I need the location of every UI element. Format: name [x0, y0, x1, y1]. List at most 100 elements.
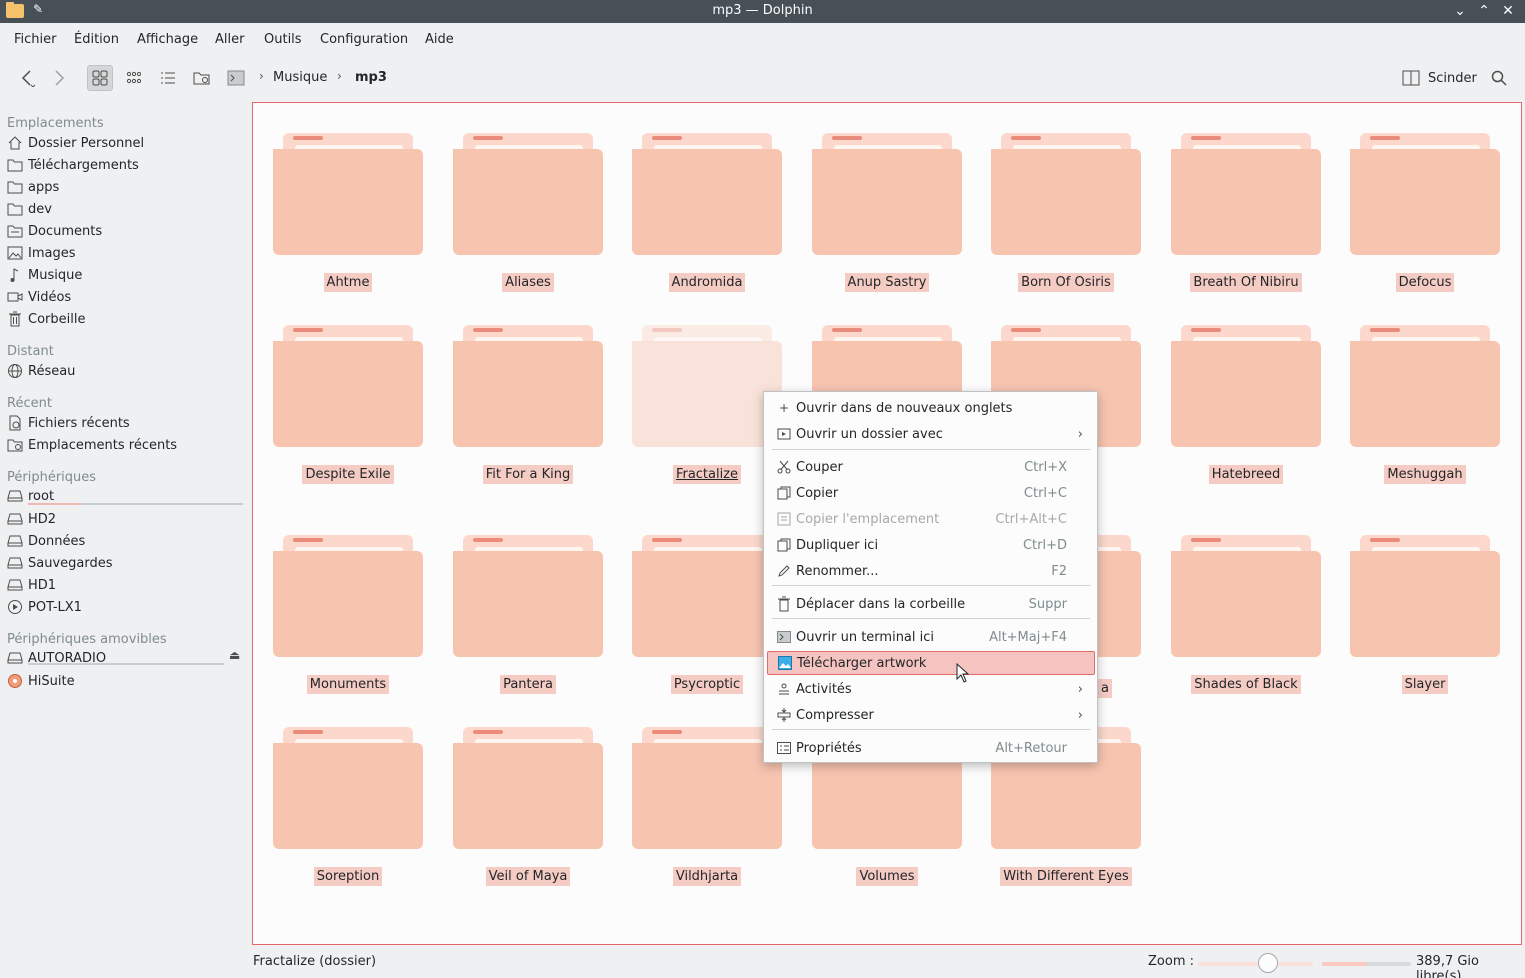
menu-item-renommer[interactable]: Renommer... F2 — [767, 559, 1095, 583]
folder-item[interactable]: Aliases — [432, 103, 603, 292]
back-icon[interactable] — [14, 65, 40, 91]
menu-affichage[interactable]: Affichage — [137, 32, 198, 47]
folder-item[interactable]: Defocus — [1329, 103, 1500, 292]
folder-item[interactable]: Despite Exile — [252, 295, 423, 484]
drive-icon — [7, 650, 23, 666]
drive-icon — [7, 511, 23, 527]
plus-icon: + — [778, 401, 790, 415]
breadcrumb-musique[interactable]: Musique — [273, 70, 327, 85]
menu-outils[interactable]: Outils — [264, 32, 302, 47]
menu-item-copier[interactable]: Copier Ctrl+C — [767, 481, 1095, 505]
sidebar-item-documents[interactable]: Documents — [7, 221, 247, 241]
compact-view-icon[interactable] — [121, 65, 147, 91]
folder-item[interactable]: Monuments — [252, 505, 423, 694]
menu-item-ouvrir-dans-de-nouveaux-onglets[interactable]: + Ouvrir dans de nouveaux onglets — [767, 396, 1095, 420]
folder-item[interactable]: Meshuggah — [1329, 295, 1500, 484]
zoom-slider-handle[interactable] — [1258, 953, 1278, 973]
folder-name: Defocus — [1329, 273, 1521, 292]
folder-icon — [991, 133, 1141, 255]
zoom-slider-track[interactable] — [1198, 962, 1313, 966]
eject-icon[interactable]: ⏏ — [229, 648, 240, 662]
menu-separator — [772, 618, 1090, 619]
folder-item[interactable]: Veil of Maya — [432, 697, 603, 886]
details-view-icon[interactable] — [155, 65, 181, 91]
folder-item[interactable]: Fit For a King — [432, 295, 603, 484]
terminal-icon — [776, 629, 792, 645]
sidebar-item-vid-os[interactable]: Vidéos — [7, 287, 247, 307]
sidebar-item-label: apps — [28, 179, 60, 195]
sidebar-item-apps[interactable]: apps — [7, 177, 247, 197]
sidebar-item-t-l-chargements[interactable]: Téléchargements — [7, 155, 247, 175]
sidebar-item-hd1[interactable]: HD1 — [7, 575, 247, 595]
folder-item[interactable]: Psycroptic — [611, 505, 782, 694]
menu-configuration[interactable]: Configuration — [320, 32, 408, 47]
sidebar-item-pot-lx1[interactable]: POT-LX1 — [7, 597, 247, 617]
sidebar-item-images[interactable]: Images — [7, 243, 247, 263]
folder-item[interactable]: Hatebreed — [1150, 295, 1321, 484]
menu-aller[interactable]: Aller — [215, 32, 244, 47]
terminal-icon[interactable] — [223, 65, 249, 91]
menu-item-copier-l-emplacement[interactable]: Copier l'emplacement Ctrl+Alt+C — [767, 507, 1095, 531]
maximize-icon[interactable]: ⌃ — [1474, 1, 1494, 21]
folder-item[interactable]: Slayer — [1329, 505, 1500, 694]
drive-icon — [7, 533, 23, 549]
sidebar-item-label: Documents — [28, 223, 103, 239]
menu-item-activites[interactable]: Activités › — [767, 677, 1095, 701]
folder-item[interactable]: Vildhjarta — [611, 697, 782, 886]
menu-item-couper[interactable]: Couper Ctrl+X — [767, 455, 1095, 479]
folder-icon — [632, 325, 782, 447]
folder-item[interactable]: Anup Sastry — [791, 103, 962, 292]
menu-item-label: Télécharger artwork — [797, 655, 927, 671]
folder-name: Pantera — [432, 675, 624, 694]
sidebar-item-corbeille[interactable]: Corbeille — [7, 309, 247, 329]
menu-aide[interactable]: Aide — [425, 32, 454, 47]
sidebar-item-autoradio[interactable]: AUTORADIO — [7, 648, 247, 668]
menu-item-compresser[interactable]: Compresser › — [767, 703, 1095, 727]
sidebar-item-emplacements-r-cents[interactable]: Emplacements récents — [7, 435, 247, 455]
split-button[interactable]: Scinder — [1398, 65, 1488, 91]
menu-item-label: Déplacer dans la corbeille — [796, 596, 966, 612]
folder-item[interactable]: Pantera — [432, 505, 603, 694]
menu-fichier[interactable]: Fichier — [14, 32, 57, 47]
forward-icon[interactable] — [46, 65, 72, 91]
search-icon[interactable] — [1486, 65, 1512, 91]
icons-view-icon[interactable] — [87, 65, 113, 91]
zoom-label: Zoom : — [1148, 954, 1194, 969]
sidebar-item-hisuite[interactable]: HiSuite — [7, 671, 247, 691]
sidebar-item-donn-es[interactable]: Données — [7, 531, 247, 551]
folder-item[interactable]: Soreption — [252, 697, 423, 886]
sidebar-item-label: POT-LX1 — [28, 599, 82, 615]
sidebar-item-dossier-personnel[interactable]: Dossier Personnel — [7, 133, 247, 153]
sidebar-item-r-seau[interactable]: Réseau — [7, 361, 247, 381]
folder-item[interactable]: Andromida — [611, 103, 782, 292]
menu-item-deplacer-dans-la-corbeille[interactable]: Déplacer dans la corbeille Suppr — [767, 592, 1095, 616]
menu-item-dupliquer-ici[interactable]: Dupliquer ici Ctrl+D — [767, 533, 1095, 557]
menu-item-shortcut: Ctrl+X — [1024, 459, 1067, 475]
breadcrumb-mp3[interactable]: mp3 — [355, 70, 387, 85]
sidebar-item-sauvegardes[interactable]: Sauvegardes — [7, 553, 247, 573]
document-icon — [7, 223, 23, 239]
folder-name: Anup Sastry — [791, 273, 983, 292]
menu-item-proprietes[interactable]: Propriétés Alt+Retour — [767, 736, 1095, 760]
menu-separator — [772, 585, 1090, 586]
folder-item[interactable]: Fractalize — [611, 295, 782, 484]
menu-item-ouvrir-un-dossier-avec[interactable]: Ouvrir un dossier avec › — [767, 422, 1095, 446]
folder-item[interactable]: Shades of Black — [1150, 505, 1321, 694]
folder-item[interactable]: Ahtme — [252, 103, 423, 292]
sidebar-item-hd2[interactable]: HD2 — [7, 509, 247, 529]
menu-edition[interactable]: Édition — [74, 32, 119, 47]
submenu-arrow-icon: › — [1077, 707, 1083, 723]
places-panel: Emplacements Dossier Personnel Téléchargem… — [0, 103, 250, 953]
folder-item[interactable]: Born Of Osiris — [970, 103, 1141, 292]
menu-item-ouvrir-un-terminal-ici[interactable]: Ouvrir un terminal ici Alt+Maj+F4 — [767, 625, 1095, 649]
sidebar-item-fichiers-r-cents[interactable]: Fichiers récents — [7, 413, 247, 433]
menu-item-label: Activités — [796, 681, 852, 697]
minimize-icon[interactable]: ⌄ — [1450, 1, 1470, 21]
sidebar-item-label: Sauvegardes — [28, 555, 113, 571]
close-icon[interactable]: ✕ — [1498, 1, 1518, 21]
menu-item-telecharger-artwork[interactable]: Télécharger artwork — [767, 651, 1095, 675]
folder-item[interactable]: Breath Of Nibiru — [1150, 103, 1321, 292]
sidebar-item-dev[interactable]: dev — [7, 199, 247, 219]
sidebar-item-musique[interactable]: Musique — [7, 265, 247, 285]
preview-folder-icon[interactable] — [189, 65, 215, 91]
